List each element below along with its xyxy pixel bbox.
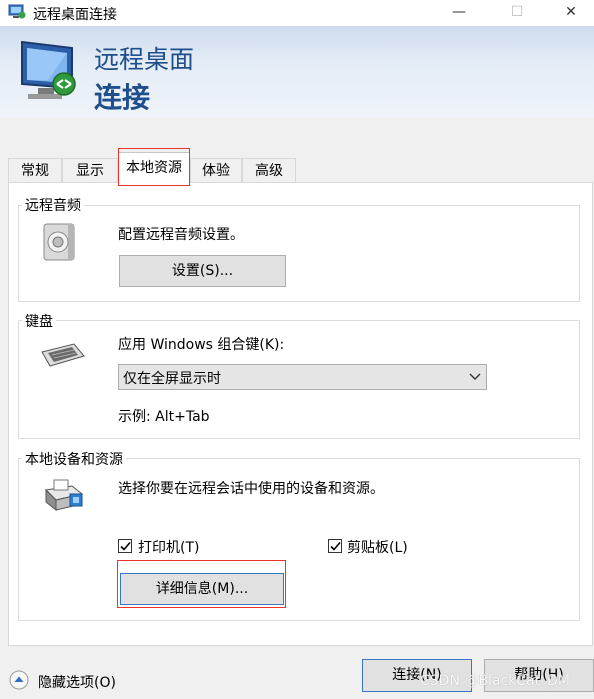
keyboard-example: 示例: Alt+Tab [118,409,210,425]
speaker-icon [43,223,75,261]
keyboard-icon [41,343,85,367]
tab-highlight-box [118,148,190,186]
clipboard-label[interactable]: 剪贴板(L) [347,537,408,557]
remote-desktop-icon [8,4,26,19]
group-title-keyboard: 键盘 [22,311,56,331]
checkmark-icon [120,541,131,551]
header-banner [0,26,594,118]
devices-description: 选择你要在远程会话中使用的设备和资源。 [118,481,384,497]
windows-keys-dropdown[interactable]: 仅在全屏显示时 [118,364,487,390]
title-bar: 远程桌面连接 — ☐ ✕ [0,0,594,26]
clipboard-checkbox[interactable] [328,539,342,553]
details-button[interactable]: 详细信息(M)... [120,573,284,605]
maximize-button[interactable]: ☐ [494,0,540,26]
printers-label[interactable]: 打印机(T) [138,537,199,557]
windows-keys-label: 应用 Windows 组合键(K): [118,337,285,353]
tab-advanced[interactable]: 高级 [242,158,296,182]
minimize-button[interactable]: — [436,0,482,26]
group-title-devices: 本地设备和资源 [22,449,126,469]
group-remote-audio [18,205,580,302]
audio-description: 配置远程音频设置。 [118,227,244,243]
audio-settings-button[interactable]: 设置(S)... [119,255,286,287]
window-title: 远程桌面连接 [33,7,117,23]
chevron-down-icon [469,373,481,380]
tab-label: 显示 [76,163,104,179]
printer-devices-icon [44,479,84,512]
printers-checkbox[interactable] [118,539,132,553]
tab-label: 高级 [255,163,283,179]
watermark: CSDN @BlackCat_DM [420,673,570,689]
hide-options-link[interactable]: 隐藏选项(O) [38,672,116,692]
monitor-connection-icon [21,40,76,99]
tab-general[interactable]: 常规 [8,158,62,182]
tab-experience[interactable]: 体验 [190,158,242,182]
close-button[interactable]: ✕ [548,0,594,26]
banner-subtitle: 连接 [94,81,151,114]
tab-label: 常规 [21,163,49,179]
chevron-up-circle-icon[interactable] [9,670,29,690]
group-title-audio: 远程音频 [22,195,84,215]
dropdown-selected-value: 仅在全屏显示时 [123,371,221,387]
tab-label: 体验 [202,163,230,179]
tab-display[interactable]: 显示 [62,158,118,182]
banner-title: 远程桌面 [94,45,195,74]
checkmark-icon [330,541,341,551]
